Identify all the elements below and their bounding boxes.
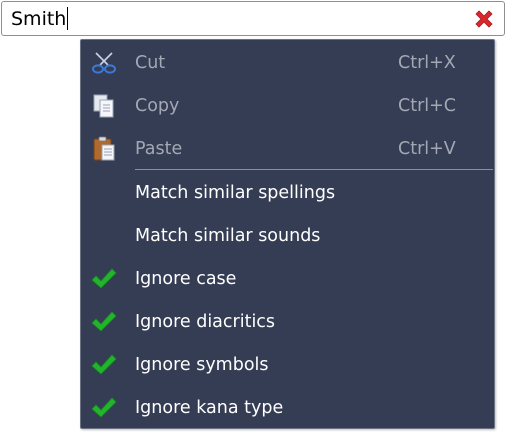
menu-item-label: Paste [135,139,183,159]
menu-item-label: Ignore diacritics [135,312,276,332]
menu-item-cut[interactable]: Cut Ctrl+X [81,42,494,84]
search-input-value: Smith [11,8,67,30]
menu-item-paste[interactable]: Paste Ctrl+V [81,128,494,170]
checkmark-icon [91,397,117,418]
menu-item-ignore-diacritics[interactable]: Ignore diacritics [81,301,494,343]
menu-item-label: Cut [135,53,166,73]
menu-item-label: Match similar sounds [135,226,321,246]
menu-item-shortcut: Ctrl+X [398,53,456,73]
search-input[interactable]: Smith [11,7,69,31]
menu-item-label: Ignore case [135,269,237,289]
menu-item-label: Match similar spellings [135,183,336,203]
menu-item-ignore-symbols[interactable]: Ignore symbols [81,344,494,386]
menu-item-match-similar-sounds[interactable]: Match similar sounds [81,215,494,257]
text-caret [67,7,69,30]
menu-item-label: Ignore kana type [135,398,284,418]
context-menu: Cut Ctrl+X Copy Ctrl+C Paste Ctrl+V Matc… [80,39,495,429]
checkmark-icon [91,311,117,332]
menu-item-label: Copy [135,96,180,116]
search-field[interactable]: Smith [1,1,505,36]
paste-icon [93,136,115,161]
menu-item-label: Ignore symbols [135,355,269,375]
scissors-icon [92,52,116,74]
menu-item-shortcut: Ctrl+V [398,139,456,159]
menu-separator [135,169,493,170]
clear-button[interactable] [472,7,496,31]
menu-item-ignore-case[interactable]: Ignore case [81,258,494,300]
close-icon [475,10,493,28]
menu-item-copy[interactable]: Copy Ctrl+C [81,85,494,127]
checkmark-icon [91,354,117,375]
copy-icon [93,94,114,118]
menu-item-shortcut: Ctrl+C [398,96,457,116]
menu-item-ignore-kana-type[interactable]: Ignore kana type [81,387,494,429]
menu-item-match-similar-spellings[interactable]: Match similar spellings [81,172,494,214]
checkmark-icon [91,268,117,289]
